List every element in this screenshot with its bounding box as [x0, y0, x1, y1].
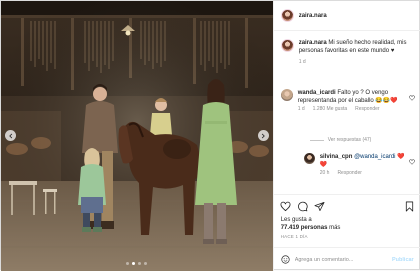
- heart-icon[interactable]: [280, 201, 291, 212]
- post-photo[interactable]: [1, 1, 273, 271]
- avatar[interactable]: [303, 153, 315, 164]
- reply-button[interactable]: Responder: [355, 106, 379, 113]
- carousel-indicator: [1, 262, 273, 265]
- instagram-post: zaira.nara zaira.nara Mi sueño hecho rea…: [0, 0, 420, 271]
- header-username[interactable]: zaira.nara: [299, 13, 327, 19]
- view-replies-label[interactable]: Ver respuestas (47): [328, 137, 372, 143]
- barn-family-horse-image: [1, 1, 273, 271]
- caption-time[interactable]: 1 d: [299, 59, 306, 66]
- replies-divider: [309, 139, 324, 141]
- publish-button[interactable]: Publicar: [392, 257, 414, 263]
- post-date: HACE 1 DÍA: [280, 234, 308, 239]
- reply-row: silvina_cpn @wanda_icardi ❤️❤️ 20 h Resp…: [303, 153, 415, 177]
- likes-count-suffix: más: [329, 225, 341, 231]
- comment-time[interactable]: 20 h: [320, 170, 330, 177]
- carousel-dot-active: [132, 262, 136, 265]
- caption-row: zaira.nara Mi sueño hecho realidad, mis …: [280, 39, 415, 66]
- carousel-dot: [138, 262, 142, 265]
- bookmark-icon[interactable]: [404, 201, 415, 212]
- avatar[interactable]: [280, 9, 294, 22]
- comment-like-heart-icon[interactable]: [408, 159, 415, 165]
- carousel-prev-button[interactable]: [5, 130, 16, 141]
- post-header: zaira.nara: [273, 1, 420, 31]
- chevron-right-icon: [262, 133, 265, 138]
- comment-input[interactable]: [294, 256, 385, 263]
- add-comment-bar: Publicar: [273, 247, 420, 271]
- chevron-left-icon: [8, 133, 12, 138]
- comment-like-heart-icon[interactable]: [408, 95, 415, 101]
- post-side-panel: zaira.nara zaira.nara Mi sueño hecho rea…: [272, 1, 420, 271]
- likes-count[interactable]: 77.419 personas más: [281, 224, 341, 232]
- avatar[interactable]: [280, 39, 294, 52]
- likes-count-value[interactable]: 77.419 personas: [281, 225, 328, 231]
- avatar[interactable]: [280, 89, 293, 101]
- comment-likes[interactable]: 1.280 Me gusta: [313, 106, 347, 113]
- emoji-icon[interactable]: [281, 255, 290, 264]
- likes-by-label: Les gusta a: [280, 217, 312, 223]
- view-replies-button[interactable]: Ver respuestas (47): [309, 137, 372, 143]
- comment-username[interactable]: wanda_icardi: [298, 90, 336, 96]
- carousel-next-button[interactable]: [257, 130, 269, 141]
- comment-icon[interactable]: [297, 201, 308, 212]
- carousel-dot: [126, 262, 130, 265]
- share-icon[interactable]: [314, 201, 325, 212]
- caption-username[interactable]: zaira.nara: [299, 40, 327, 46]
- action-icons: [280, 201, 325, 212]
- post-actions: Les gusta a 77.419 personas más HACE 1 D…: [273, 194, 420, 239]
- carousel-dot: [144, 262, 148, 265]
- comments-section: zaira.nara Mi sueño hecho realidad, mis …: [274, 33, 420, 191]
- comment-username[interactable]: silvina_cpn: [320, 154, 353, 160]
- comment-row: wanda_icardi Falto yo ? O vengo represen…: [280, 89, 415, 113]
- comment-time[interactable]: 1 d: [298, 106, 305, 113]
- reply-button[interactable]: Responder: [337, 170, 361, 177]
